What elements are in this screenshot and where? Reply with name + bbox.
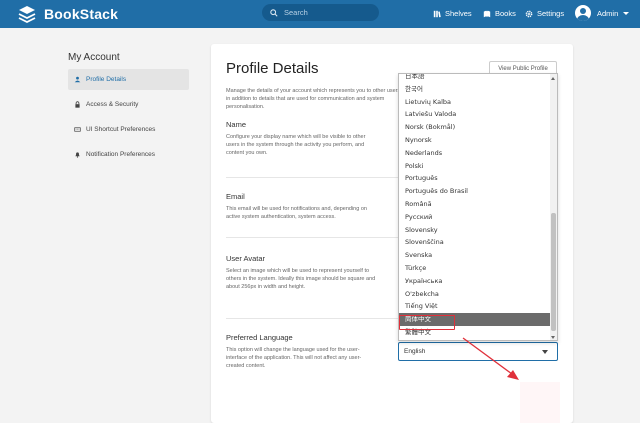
annotation-mark (520, 382, 560, 423)
annotation-arrow-icon (462, 337, 519, 380)
